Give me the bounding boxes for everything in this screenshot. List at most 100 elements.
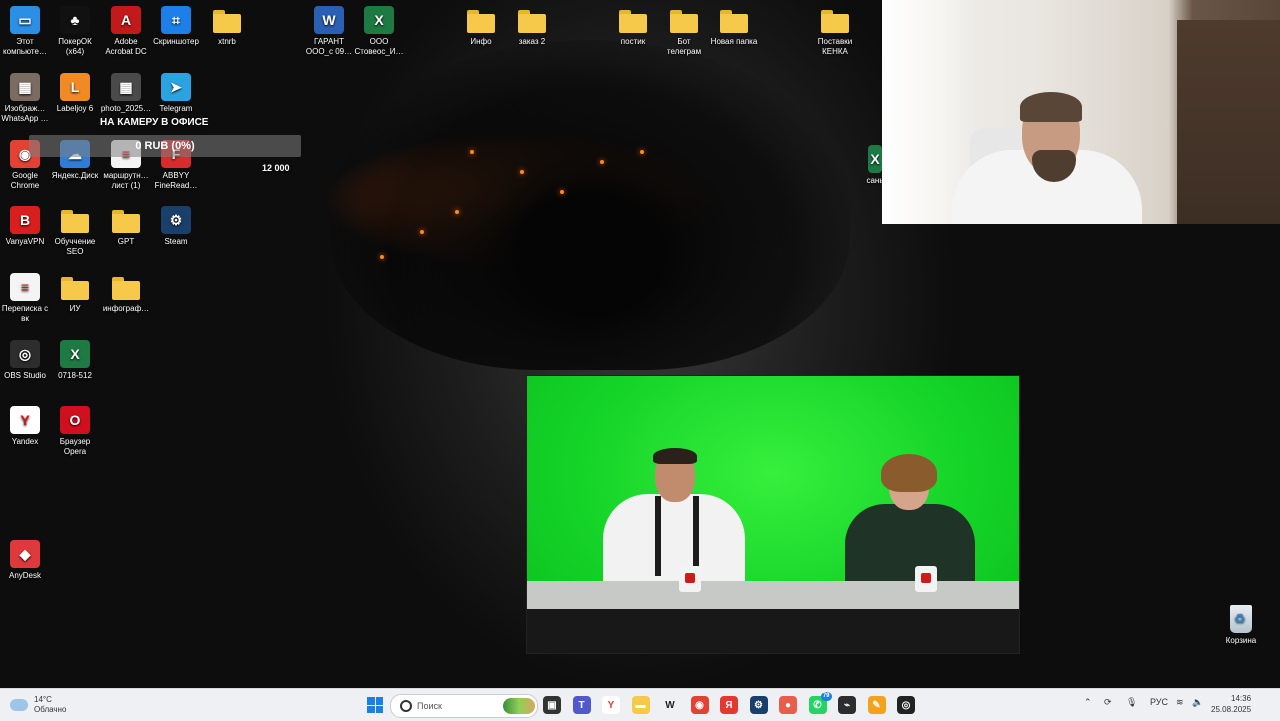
image-icon: ▦ (10, 73, 40, 101)
poker-icon: ♣ (60, 6, 90, 34)
wildberries-icon[interactable]: W (661, 696, 679, 714)
desktop-icon-label: ПокерОК (x64) (58, 37, 92, 56)
folder-icon (60, 273, 90, 301)
webcam-overlay (882, 0, 1280, 224)
teams-icon[interactable]: T (572, 696, 591, 714)
desktop-icon[interactable]: X ООО Стовеос_И… (350, 6, 408, 57)
steam-icon[interactable]: ⚙ (749, 696, 768, 714)
clock-time: 14:36 (1231, 694, 1252, 703)
windows-start-icon[interactable] (367, 697, 383, 713)
word-icon: W (314, 6, 344, 34)
document-icon: ≡ (10, 273, 40, 301)
task-view-icon[interactable]: ▣ (543, 696, 561, 714)
video-person-right-hair (881, 454, 937, 492)
desktop-icon[interactable]: Инфо (452, 6, 510, 47)
screen-recorder-icon[interactable]: ● (779, 696, 797, 714)
ember (600, 160, 604, 164)
desktop-icon[interactable]: постик (604, 6, 662, 47)
yandex-icon[interactable]: Y (602, 696, 620, 714)
notes-app-icon[interactable]: ✎ (867, 696, 886, 714)
recycle-bin[interactable]: Корзина (1217, 605, 1265, 645)
desktop-icon[interactable]: ◆ AnyDesk (0, 540, 54, 581)
acrobat-icon: A (111, 6, 141, 34)
volume-icon[interactable]: 🔈 (1192, 697, 1203, 708)
video-person-right-body (845, 504, 975, 586)
donation-goal-title: НА КАМЕРУ В ОФИСЕ (100, 117, 209, 128)
desktop-icon[interactable]: O Браузер Opera (46, 406, 104, 457)
ember (455, 210, 459, 214)
mug (915, 566, 937, 592)
search-placeholder: Поиск (417, 701, 442, 711)
folder-icon (111, 273, 141, 301)
donation-goal-amount: 12 000 (262, 163, 290, 173)
suspender-strap (655, 496, 661, 576)
recycle-bin-label: Корзина (1225, 636, 1257, 645)
desktop-icon[interactable]: инфограф… (97, 273, 155, 314)
video-desk-top (527, 581, 1019, 611)
notification-badge: 79 (820, 692, 832, 701)
desktop-icon[interactable]: ИУ (46, 273, 104, 314)
suspender-strap (693, 496, 699, 576)
clock-date: 25.08.2025 (1211, 705, 1252, 714)
desktop-icon-label: Поставки КЕНКА (817, 37, 853, 56)
desktop-icon-label: ООО Стовеос_И… (354, 37, 404, 56)
desktop-icon[interactable]: X 0718-512 (46, 340, 104, 381)
desktop-icon[interactable]: Поставки КЕНКА (806, 6, 864, 57)
desktop-icon[interactable]: Новая папка (705, 6, 763, 47)
excel-icon: X (868, 145, 882, 173)
video-desk-front (527, 609, 1019, 653)
desktop-icon[interactable]: ♣ ПокерОК (x64) (46, 6, 104, 57)
language-indicator[interactable]: РУС (1150, 697, 1168, 707)
file-explorer-icon[interactable]: ▬ (631, 696, 650, 714)
network-tool-icon[interactable]: ⌁ (838, 696, 856, 714)
taskbar-clock[interactable]: 14:36 25.08.2025 (1211, 693, 1251, 715)
desktop-icon[interactable]: xtnrb (198, 6, 256, 47)
folder-icon (719, 6, 749, 34)
folder-icon (212, 6, 242, 34)
desktop-icon-label: Инфо (470, 37, 492, 46)
whatsapp-icon[interactable]: ✆ 79 (808, 692, 832, 714)
yandex-browser-icon: Y (10, 406, 40, 434)
taskbar: 14°C Облачно Поиск ▣ T Y ▬ W ◉ Я ⚙ ● ✆ 79 ⌁ ✎ ◎ ⌃ ⟳ 🎙… (0, 688, 1280, 721)
wifi-icon[interactable]: ≋ (1176, 697, 1184, 708)
desktop-icon-label: Labeljoy 6 (56, 104, 94, 113)
mug (679, 566, 701, 592)
donation-progress-bar: 0 RUB (0%) (29, 135, 301, 157)
yandex-browser-icon[interactable]: Я (720, 696, 738, 714)
ember (560, 190, 564, 194)
desktop-icon-label: Обуччение SEO (54, 237, 96, 256)
ember (640, 150, 644, 154)
search-icon (400, 700, 412, 712)
webcam-cabinet (1177, 20, 1280, 224)
weather-widget[interactable]: 14°C Облачно (10, 695, 66, 715)
weather-description: Облачно (34, 705, 67, 714)
desktop-icon[interactable]: L Labeljoy 6 (46, 73, 104, 114)
desktop-icon-label: ИУ (69, 304, 81, 313)
desktop-icon-label: Steam (164, 237, 188, 246)
webcam-person-hair (1020, 92, 1082, 122)
desktop-icon[interactable]: Обуччение SEO (46, 206, 104, 257)
desktop-icon[interactable]: ⚙ Steam (147, 206, 205, 247)
microphone-icon[interactable]: 🎙 (1126, 697, 1137, 708)
desktop-icon[interactable]: ⌗ Скриншотер (147, 6, 205, 47)
obs-icon[interactable]: ◎ (897, 696, 915, 714)
desktop-icon[interactable]: заказ 2 (503, 6, 561, 47)
ember (470, 150, 474, 154)
video-player-window[interactable] (526, 375, 1020, 654)
ember (420, 230, 424, 234)
excel-icon: X (364, 6, 394, 34)
desktop-icon[interactable]: ➤ Telegram (147, 73, 205, 114)
desktop-icon-label: заказ 2 (518, 37, 546, 46)
desktop-icon-label: 0718-512 (58, 371, 92, 380)
chrome-icon[interactable]: ◉ (690, 696, 709, 714)
folder-icon (517, 6, 547, 34)
ember (520, 170, 524, 174)
wallpaper-hood (330, 40, 850, 370)
video-person-left-body (603, 494, 745, 586)
recycle-bin-icon (1230, 605, 1252, 633)
ember (380, 255, 384, 259)
sync-icon[interactable]: ⟳ (1104, 697, 1112, 708)
show-hidden-icons-chevron-icon[interactable]: ⌃ (1084, 697, 1092, 708)
taskbar-search[interactable]: Поиск (390, 694, 538, 718)
desktop-icon-label: постик (620, 37, 646, 46)
